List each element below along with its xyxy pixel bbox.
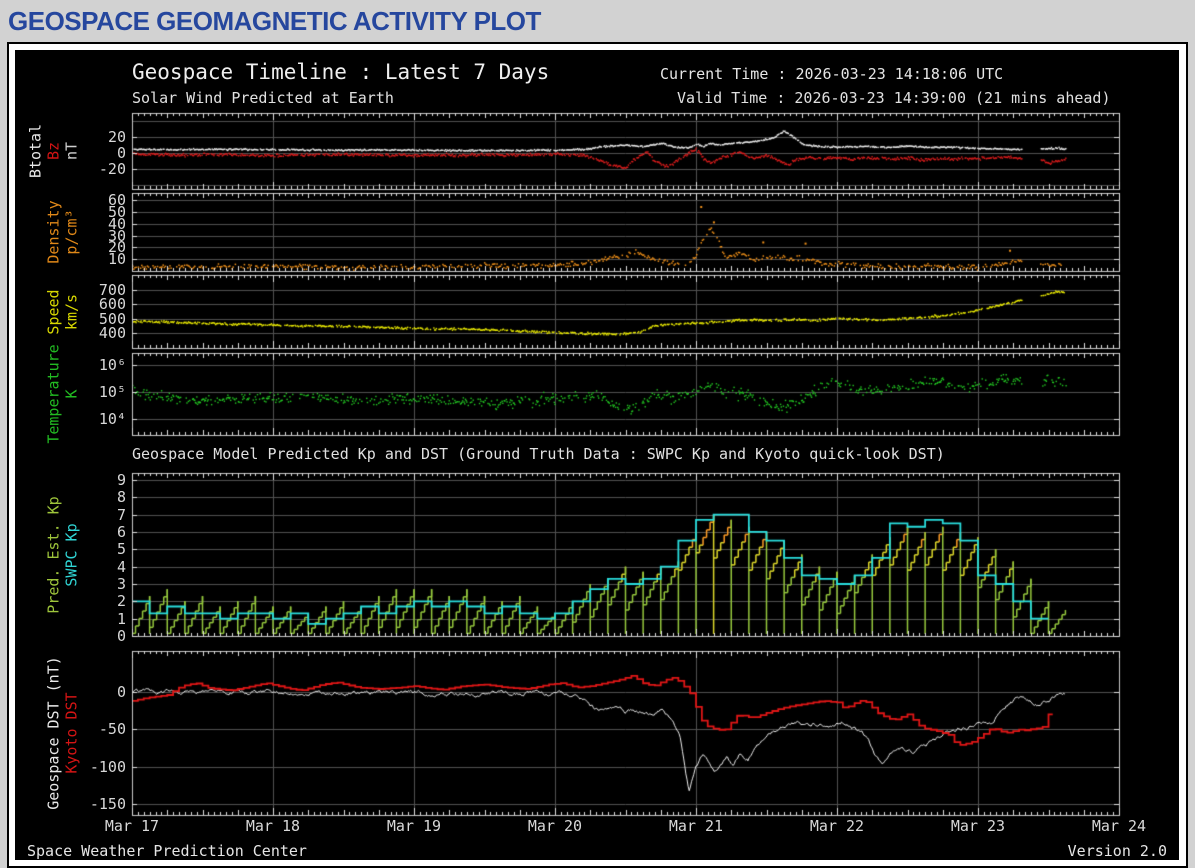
solar-wind-subtitle: Solar Wind Predicted at Earth — [132, 89, 394, 107]
axis-label-imf-2: nT — [62, 141, 81, 161]
ytick-label-dst: -150 — [89, 794, 126, 813]
axis-label-dst-1: Kyoto DST — [62, 692, 81, 774]
plot-title: Geospace Timeline : Latest 7 Days — [132, 60, 550, 84]
axis-label-kp-0: Pred. Est. Kp — [44, 495, 63, 614]
xtick-label: Mar 19 — [386, 817, 442, 835]
ytick-label-kp: 2 — [116, 592, 126, 611]
page-header: GEOSPACE GEOMAGNETIC ACTIVITY PLOT — [0, 0, 1195, 42]
ytick-label-kp: 1 — [116, 609, 126, 628]
valid-time-label: Valid Time : 2026-03-23 14:39:00 (21 min… — [677, 89, 1111, 107]
ytick-label-imf: -20 — [98, 160, 126, 178]
xtick-label: Mar 23 — [950, 817, 1006, 835]
axis-label-temp-0: Temperature — [44, 344, 63, 444]
xtick-label: Mar 24 — [1091, 817, 1147, 835]
geospace-activity-page: GEOSPACE GEOMAGNETIC ACTIVITY PLOT Geosp… — [0, 0, 1195, 868]
ytick-label-temp: 10⁶ — [98, 356, 126, 375]
axis-label-speed-1: km/s — [62, 293, 81, 330]
axis-label-density-1: p/cm³ — [62, 209, 81, 255]
footer-swpc-label: Space Weather Prediction Center — [27, 842, 307, 860]
kp-dst-section-title: Geospace Model Predicted Kp and DST (Gro… — [132, 445, 945, 463]
plot-frame: Geospace Timeline : Latest 7 Days Curren… — [7, 42, 1188, 868]
page-title: GEOSPACE GEOMAGNETIC ACTIVITY PLOT — [8, 6, 541, 36]
xtick-label: Mar 18 — [245, 817, 301, 835]
axis-label-speed-0: Speed — [44, 288, 63, 335]
axis-label-imf-0: Btotal — [26, 123, 45, 179]
ytick-label-temp: 10⁴ — [98, 409, 126, 428]
footer-version-label: Version 2.0 — [1067, 842, 1167, 860]
axis-label-kp-1: SWPC Kp — [62, 522, 81, 587]
xtick-label: Mar 22 — [809, 817, 865, 835]
ytick-label-kp: 9 — [116, 470, 126, 489]
xtick-label: Mar 21 — [668, 817, 724, 835]
axis-label-density-0: Density — [44, 200, 63, 264]
axis-label-temp-1: K — [62, 389, 81, 399]
xtick-label: Mar 17 — [104, 817, 160, 835]
current-time-label: Current Time : 2026-03-23 14:18:06 UTC — [660, 65, 1004, 83]
ytick-label-kp: 8 — [116, 488, 126, 507]
geospace-timeline-plot: Geospace Timeline : Latest 7 Days Curren… — [15, 50, 1179, 860]
ytick-label-kp: 7 — [116, 505, 126, 524]
xtick-label: Mar 20 — [527, 817, 583, 835]
axis-label-imf-1: Bz — [44, 141, 63, 161]
ytick-label-kp: 0 — [116, 627, 126, 645]
axis-label-dst-0: Geospace DST (nT) — [44, 656, 63, 810]
